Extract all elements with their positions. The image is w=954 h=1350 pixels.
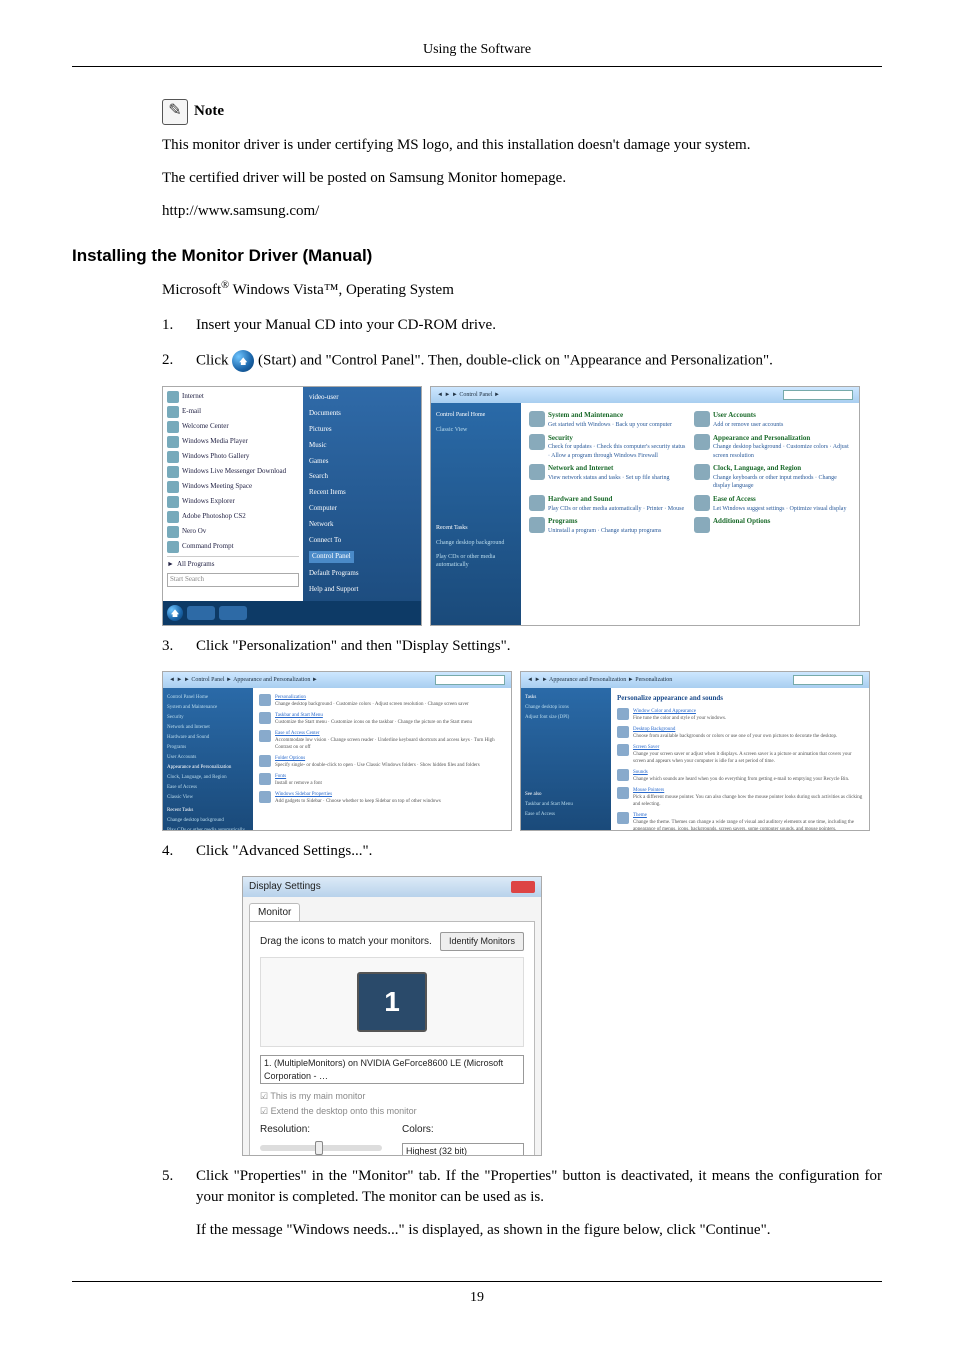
note-line-2: The certified driver will be posted on S… <box>162 168 882 189</box>
footer-rule <box>72 1281 882 1282</box>
colors-label: Colors: <box>402 1123 524 1137</box>
figure-control-panel: ◄ ► ► Control Panel ► Control Panel Home… <box>430 386 860 626</box>
tab-monitor[interactable]: Monitor <box>249 903 300 921</box>
step-1-num: 1. <box>162 315 196 336</box>
figure-start-menu: Internet E-mail Welcome Center Windows M… <box>162 386 422 626</box>
chk-extend-desktop[interactable]: ☑ Extend the desktop onto this monitor <box>260 1105 524 1118</box>
figure-row-2: ◄ ► ► Control Panel ► Appearance and Per… <box>162 671 882 831</box>
step-3-num: 3. <box>162 636 196 657</box>
note-label: Note <box>194 101 224 122</box>
note-icon: ✎ <box>162 99 188 125</box>
step-2-before: Click <box>196 353 232 369</box>
monitor-1-icon[interactable]: 1 <box>357 972 427 1032</box>
dialog-title: Display Settings <box>249 880 321 894</box>
figure-row-1: Internet E-mail Welcome Center Windows M… <box>162 386 882 626</box>
section-heading: Installing the Monitor Driver (Manual) <box>72 244 882 268</box>
header-rule <box>72 66 882 67</box>
monitor-preview[interactable]: 1 <box>260 957 524 1047</box>
step-1-text: Insert your Manual CD into your CD-ROM d… <box>196 315 882 336</box>
step-5: 5. Click "Properties" in the "Monitor" t… <box>162 1166 882 1241</box>
step-1: 1. Insert your Manual CD into your CD-RO… <box>162 315 882 336</box>
step-5-p1: Click "Properties" in the "Monitor" tab.… <box>196 1166 882 1208</box>
step-2: 2. Click (Start) and "Control Panel". Th… <box>162 350 882 372</box>
identify-monitors-button[interactable]: Identify Monitors <box>440 932 524 951</box>
step-4: 4. Click "Advanced Settings...". <box>162 841 882 862</box>
figure-personalization: ◄ ► ► Appearance and Personalization ► P… <box>520 671 870 831</box>
resolution-label: Resolution: <box>260 1123 382 1137</box>
close-icon[interactable] <box>511 881 535 893</box>
page-number: 19 <box>72 1288 882 1308</box>
step-2-num: 2. <box>162 350 196 371</box>
resolution-slider[interactable] <box>260 1145 382 1151</box>
os-line: Microsoft® Windows Vista™, Operating Sys… <box>162 279 882 301</box>
drag-text: Drag the icons to match your monitors. <box>260 935 432 949</box>
figure-appearance-personalization: ◄ ► ► Control Panel ► Appearance and Per… <box>162 671 512 831</box>
note-line-3: http://www.samsung.com/ <box>162 201 882 222</box>
note-block: ✎ Note This monitor driver is under cert… <box>162 99 882 222</box>
start-orb-icon <box>232 350 254 372</box>
monitor-select[interactable]: 1. (MultipleMonitors) on NVIDIA GeForce8… <box>260 1055 524 1084</box>
step-4-text: Click "Advanced Settings...". <box>196 841 882 862</box>
step-5-p2: If the message "Windows needs..." is dis… <box>196 1220 882 1241</box>
step-3-text: Click "Personalization" and then "Displa… <box>196 636 882 657</box>
colors-select[interactable]: Highest (32 bit) <box>402 1143 524 1156</box>
figure-row-3: Display Settings Monitor Drag the icons … <box>242 876 882 1156</box>
running-header: Using the Software <box>72 40 882 60</box>
step-2-after: (Start) and "Control Panel". Then, doubl… <box>258 353 773 369</box>
step-4-num: 4. <box>162 841 196 862</box>
chk-main-monitor[interactable]: ☑ This is my main monitor <box>260 1090 524 1103</box>
figure-display-settings: Display Settings Monitor Drag the icons … <box>242 876 542 1156</box>
note-line-1: This monitor driver is under certifying … <box>162 135 882 156</box>
step-3: 3. Click "Personalization" and then "Dis… <box>162 636 882 657</box>
step-5-num: 5. <box>162 1166 196 1187</box>
